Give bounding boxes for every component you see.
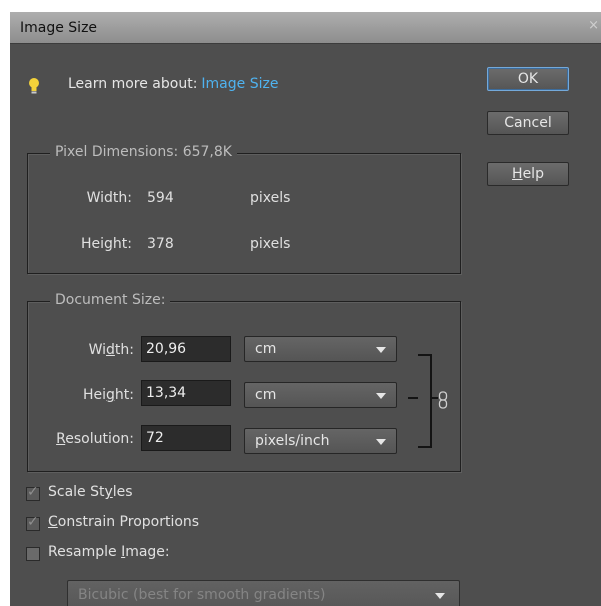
window-title: Image Size — [20, 20, 98, 36]
resolution-mnemonic: R — [56, 431, 66, 447]
learn-more-text: Learn more about: Image Size — [68, 76, 278, 92]
chevron-down-icon — [376, 347, 386, 353]
doc-height-label-b: ht: — [114, 387, 134, 403]
help-button[interactable]: Help — [487, 162, 569, 186]
doc-width-unit-select[interactable]: cm — [244, 336, 397, 362]
doc-height-unit-value: cm — [255, 387, 277, 403]
chevron-down-icon — [435, 593, 445, 599]
pixel-width-label: Width: — [86, 190, 132, 206]
checkmark-icon: ✓ — [27, 514, 39, 530]
constrain-proportions-checkbox[interactable]: ✓ — [26, 514, 40, 531]
doc-width-mnemonic: d — [106, 342, 115, 358]
resolution-unit-select[interactable]: pixels/inch — [244, 428, 397, 454]
help-mnemonic: H — [512, 166, 523, 182]
resample-label-a: Resample — [48, 544, 122, 560]
scale-styles-label-b: les — [112, 484, 133, 500]
doc-height-unit-select[interactable]: cm — [244, 382, 397, 408]
chevron-down-icon — [376, 393, 386, 399]
resolution-input[interactable]: 72 — [141, 425, 231, 451]
resolution-label: Resolution: — [38, 431, 134, 447]
pixel-width-unit: pixels — [250, 190, 291, 206]
doc-height-input[interactable]: 13,34 — [141, 380, 231, 406]
bracket-tick — [408, 397, 418, 399]
ok-button[interactable]: OK — [487, 67, 569, 91]
resample-method-select[interactable]: Bicubic (best for smooth gradients) — [67, 580, 460, 606]
pixel-dimensions-legend: Pixel Dimensions: 657,8K — [50, 144, 237, 160]
learn-more-prefix: Learn more about: — [68, 76, 198, 92]
pixel-dimensions-group: Pixel Dimensions: 657,8K — [27, 144, 461, 274]
pixel-height-unit: pixels — [250, 236, 291, 252]
resample-method-value: Bicubic (best for smooth gradients) — [78, 587, 326, 603]
lightbulb-icon — [29, 78, 39, 94]
pixel-height-value: 378 — [147, 236, 174, 252]
scale-styles-label-a: Scale St — [48, 484, 105, 500]
cancel-button[interactable]: Cancel — [487, 111, 569, 135]
doc-height-label: Height: — [40, 387, 134, 403]
constrain-proportions-label[interactable]: Constrain Proportions — [48, 514, 199, 530]
resolution-label-b: esolution: — [65, 431, 134, 447]
pixel-width-value: 594 — [147, 190, 174, 206]
scale-styles-checkbox[interactable]: ✓ — [26, 484, 40, 501]
constrain-bracket — [418, 354, 432, 448]
image-size-dialog: Image Size × Learn more about: Image Size… — [10, 12, 601, 606]
chain-link-icon — [438, 391, 448, 409]
doc-width-label-a: Wi — [88, 342, 107, 358]
help-label-rest: elp — [522, 166, 544, 182]
scale-styles-mnemonic: y — [104, 484, 113, 500]
document-size-legend: Document Size: — [50, 292, 171, 308]
doc-height-mnemonic: g — [106, 387, 115, 403]
chevron-down-icon — [376, 439, 386, 445]
constrain-label-b: onstrain Proportions — [57, 514, 200, 530]
checkmark-icon: ✓ — [27, 484, 39, 500]
title-bar[interactable]: Image Size × — [10, 12, 601, 44]
resample-image-label[interactable]: Resample Image: — [48, 544, 170, 560]
doc-height-label-a: Hei — [82, 387, 107, 403]
learn-more-link[interactable]: Image Size — [201, 76, 278, 92]
doc-width-label-b: th: — [114, 342, 134, 358]
constrain-mnemonic: C — [48, 514, 58, 530]
resample-image-checkbox[interactable] — [26, 547, 40, 561]
resolution-unit-value: pixels/inch — [255, 433, 330, 449]
scale-styles-label[interactable]: Scale Styles — [48, 484, 133, 500]
doc-width-label: Width: — [40, 342, 134, 358]
resample-label-b: mage: — [125, 544, 170, 560]
doc-width-unit-value: cm — [255, 341, 277, 357]
doc-width-input[interactable]: 20,96 — [141, 336, 231, 362]
close-icon[interactable]: × — [588, 18, 599, 33]
pixel-height-label: Height: — [81, 236, 132, 252]
